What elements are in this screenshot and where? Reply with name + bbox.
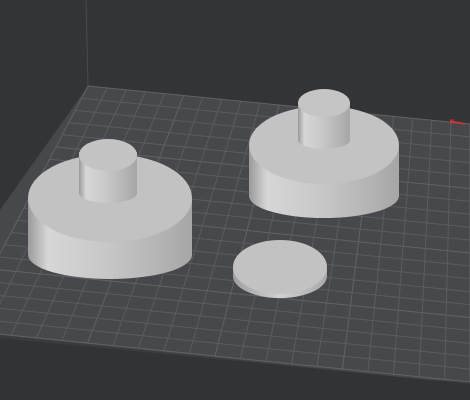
flat-disc[interactable] <box>233 240 327 298</box>
x-axis-label: x <box>450 116 455 126</box>
scene-canvas[interactable]: x <box>0 0 470 400</box>
3d-viewport[interactable]: x <box>0 0 470 400</box>
